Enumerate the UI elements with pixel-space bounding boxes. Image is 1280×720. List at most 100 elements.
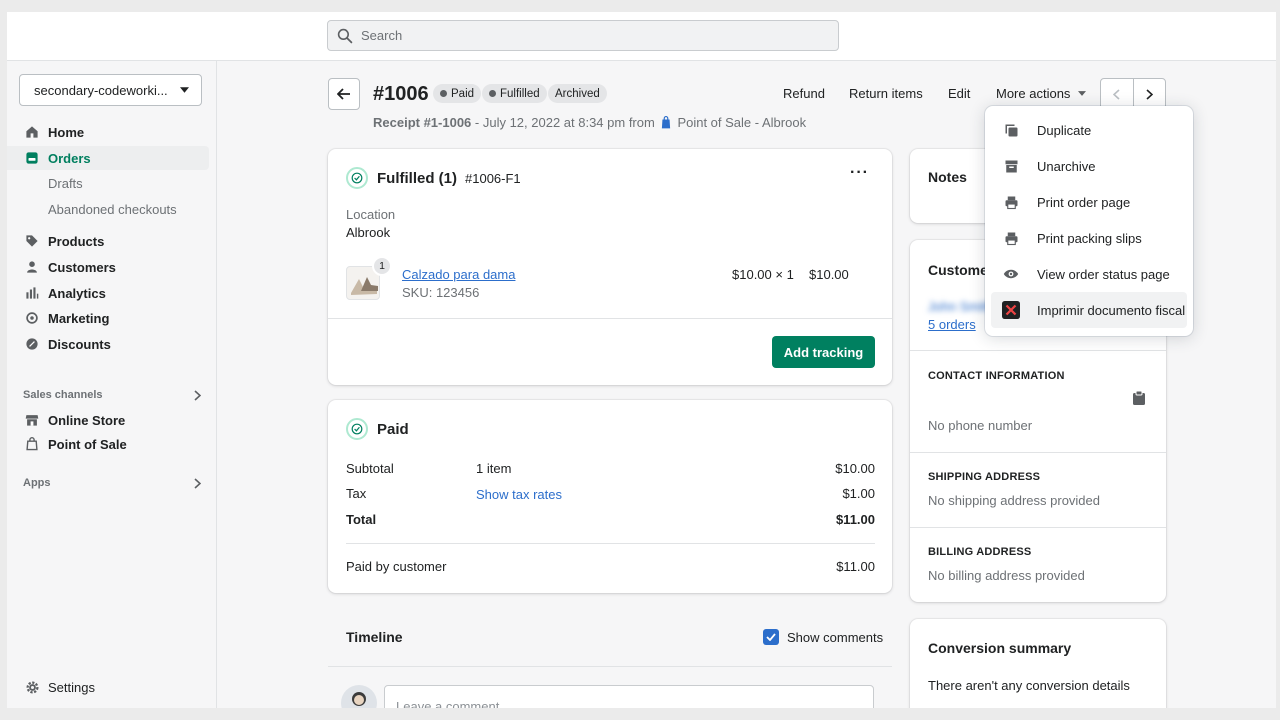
menu-item-duplicate[interactable]: Duplicate (991, 112, 1187, 148)
more-actions-label: More actions (996, 86, 1071, 101)
fulfilled-card: Fulfilled (1) #1006-F1 ··· Location Albr… (328, 149, 892, 385)
sidebar-item-label: Orders (48, 150, 91, 166)
sidebar-item-orders[interactable]: Orders (7, 146, 209, 170)
person-icon (27, 261, 37, 273)
more-actions-menu: Duplicate Unarchive Print order page Pri… (985, 106, 1193, 336)
return-items-button[interactable]: Return items (849, 86, 923, 101)
store-icon (25, 415, 39, 426)
show-comments-label: Show comments (787, 630, 884, 645)
home-icon (26, 126, 38, 138)
product-sku: SKU: 123456 (402, 285, 480, 300)
customer-title: Customer (928, 262, 994, 278)
menu-item-print-packing-slips[interactable]: Print packing slips (991, 220, 1187, 256)
search-input[interactable]: Search (327, 20, 839, 51)
store-name: secondary-codeworki... (34, 82, 168, 98)
apps-header[interactable]: Apps (23, 477, 201, 489)
sales-channels-header[interactable]: Sales channels (23, 389, 201, 401)
eye-icon (1003, 269, 1019, 279)
sidebar-item-customers[interactable]: Customers (7, 255, 209, 279)
more-options-icon[interactable]: ··· (850, 164, 869, 182)
chevron-right-icon (194, 389, 201, 401)
sidebar-item-label: Point of Sale (48, 436, 127, 452)
add-tracking-button[interactable]: Add tracking (772, 336, 875, 368)
timeline-title: Timeline (346, 629, 403, 645)
divider (910, 452, 1166, 453)
sidebar-item-products[interactable]: Products (7, 229, 209, 253)
sidebar-item-label: Online Store (48, 412, 126, 428)
receipt-number: Receipt #1-1006 (373, 115, 472, 130)
sidebar-item-label: Settings (48, 679, 95, 695)
next-order-button[interactable] (1134, 79, 1166, 109)
subtotal-label: Subtotal (346, 461, 394, 476)
menu-item-view-order-status[interactable]: View order status page (991, 256, 1187, 292)
more-actions-button[interactable]: More actions (996, 86, 1087, 101)
line-total: $10.00 (809, 267, 849, 282)
menu-item-unarchive[interactable]: Unarchive (991, 148, 1187, 184)
sidebar-item-settings[interactable]: Settings (7, 675, 209, 699)
customer-orders-link[interactable]: 5 orders (928, 317, 976, 332)
gear-icon (26, 681, 38, 693)
refund-button[interactable]: Refund (783, 86, 825, 101)
sidebar-item-marketing[interactable]: Marketing (7, 306, 209, 330)
status-badge-archived: Archived (548, 84, 607, 103)
show-comments-checkbox[interactable] (763, 629, 779, 645)
app-window: Search secondary-codeworki... Home Order… (7, 12, 1276, 708)
shopify-bag-icon (662, 116, 671, 129)
fulfillment-id: #1006-F1 (465, 170, 521, 186)
tax-value: $1.00 (842, 486, 875, 501)
phone-value: No phone number (928, 418, 1033, 433)
printer-icon (1005, 196, 1017, 209)
sidebar-item-drafts[interactable]: Drafts (7, 171, 209, 195)
sidebar-item-online-store[interactable]: Online Store (7, 408, 209, 432)
comment-input[interactable]: Leave a comment... (384, 685, 874, 708)
previous-order-button[interactable] (1101, 79, 1134, 109)
paid-card: Paid Subtotal 1 item $10.00 Tax Show tax… (328, 400, 892, 593)
conversion-summary-card: Conversion summary There aren't any conv… (910, 619, 1166, 708)
sidebar-item-home[interactable]: Home (7, 120, 209, 144)
subtotal-items: 1 item (476, 461, 512, 476)
paid-by-label: Paid by customer (346, 559, 447, 574)
menu-item-print-order-page[interactable]: Print order page (991, 184, 1187, 220)
edit-button[interactable]: Edit (948, 86, 970, 101)
fiscal-app-icon (1002, 301, 1020, 319)
search-placeholder: Search (361, 28, 403, 43)
target-icon (26, 312, 38, 324)
product-link[interactable]: Calzado para dama (402, 267, 515, 282)
customer-name-link[interactable]: John Smith (928, 299, 993, 314)
order-subtitle: Receipt #1-1006 - July 12, 2022 at 8:34 … (373, 115, 806, 130)
orders-icon (26, 152, 38, 164)
clipboard-icon[interactable] (1133, 391, 1145, 405)
status-badge-paid: Paid (433, 84, 482, 103)
top-bar: Search (7, 12, 1276, 61)
arrow-left-icon (337, 88, 350, 100)
fulfilled-title: Fulfilled (1) (377, 169, 457, 187)
divider (346, 543, 875, 544)
sidebar-item-discounts[interactable]: Discounts (7, 332, 209, 356)
unit-price: $10.00 × 1 (732, 267, 794, 282)
sidebar-item-label: Analytics (48, 285, 106, 301)
show-tax-rates-link[interactable]: Show tax rates (476, 487, 562, 502)
status-badge-fulfilled: Fulfilled (482, 84, 547, 103)
bar-chart-icon (26, 287, 39, 299)
sidebar-item-analytics[interactable]: Analytics (7, 281, 209, 305)
paid-by-value: $11.00 (836, 559, 875, 574)
discount-icon (26, 338, 38, 350)
caret-down-icon (180, 87, 189, 93)
menu-item-imprimir-documento-fiscal[interactable]: Imprimir documento fiscal (991, 292, 1187, 328)
billing-address-title: BILLING ADDRESS (928, 546, 1032, 558)
sidebar-item-point-of-sale[interactable]: Point of Sale (7, 432, 209, 456)
back-button[interactable] (328, 78, 360, 110)
avatar (341, 685, 377, 708)
comment-placeholder: Leave a comment... (396, 699, 511, 708)
pos-icon (26, 437, 38, 451)
sidebar-item-label: Marketing (48, 310, 110, 326)
fulfilled-check-icon (346, 167, 368, 189)
paid-check-icon (346, 418, 368, 440)
menu-item-label: Print packing slips (1037, 230, 1142, 246)
printer-icon (1005, 232, 1017, 245)
sales-channel: Point of Sale - Albrook (677, 115, 807, 130)
menu-item-label: View order status page (1037, 266, 1170, 282)
sidebar-item-abandoned-checkouts[interactable]: Abandoned checkouts (7, 197, 209, 221)
chevron-left-icon (1113, 88, 1120, 100)
store-selector[interactable]: secondary-codeworki... (19, 74, 202, 106)
